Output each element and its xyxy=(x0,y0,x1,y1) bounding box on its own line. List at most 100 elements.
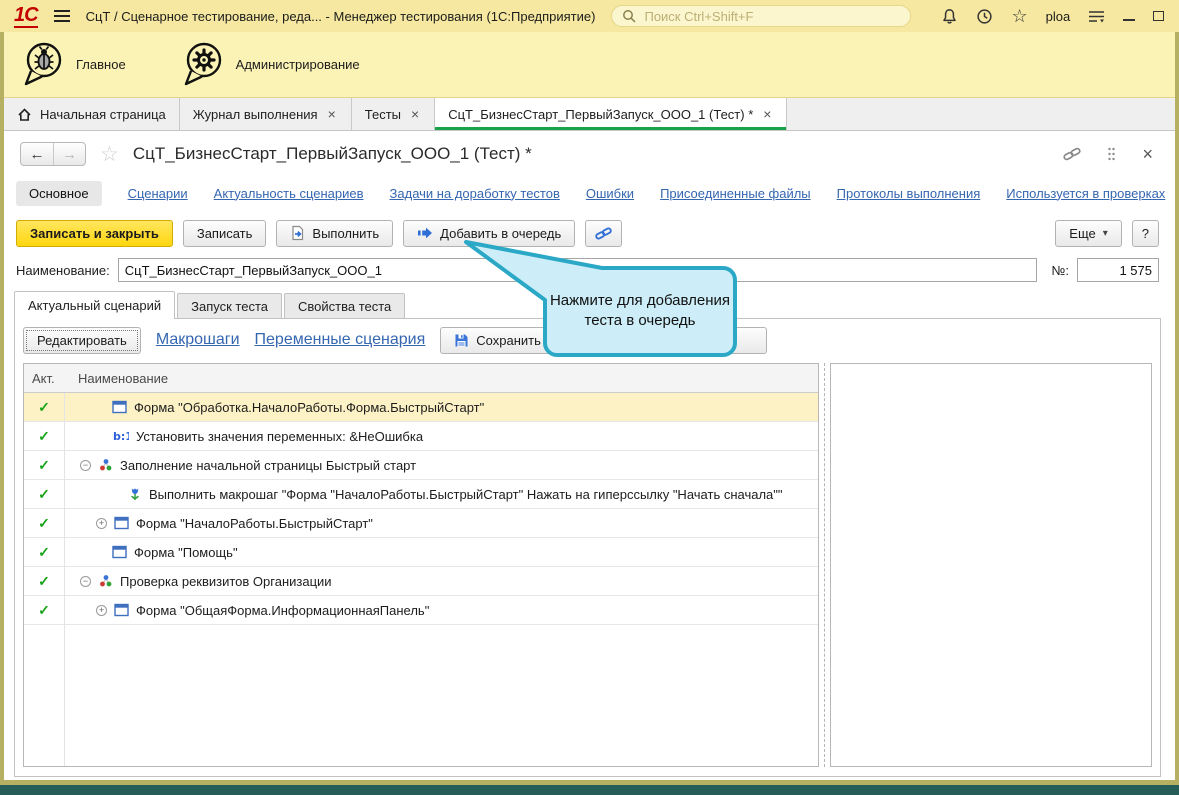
app-tab[interactable]: СцТ_БизнесСтарт_ПервыйЗапуск_ООО_1 (Тест… xyxy=(435,98,788,130)
add-to-queue-button[interactable]: Добавить в очередь xyxy=(403,219,576,247)
column-divider xyxy=(64,364,65,766)
tab-bar: Начальная страница Журнал выполнения × Тест… xyxy=(4,98,1175,131)
scenario-table: Акт. Наименование ✓ Форма "Обработка.Нача… xyxy=(23,363,819,767)
name-input[interactable] xyxy=(117,258,1038,282)
macro-step-icon xyxy=(128,487,142,502)
partially-hidden-button[interactable] xyxy=(616,326,767,354)
active-flag-cell: ✓ xyxy=(24,515,64,532)
form-header: ← → ☆ СцТ_БизнесСтарт_ПервыйЗапуск_ООО_1… xyxy=(4,137,1175,171)
forward-button[interactable]: → xyxy=(53,143,85,165)
table-row[interactable]: ✓ − Проверка реквизитов Организации xyxy=(24,567,818,596)
form-icon xyxy=(112,545,127,559)
column-header-name[interactable]: Наименование xyxy=(64,371,168,386)
details-panel xyxy=(830,363,1152,767)
tab-test-properties[interactable]: Свойства теста xyxy=(284,293,406,318)
checkmark-icon: ✓ xyxy=(38,543,50,560)
scenario-panel-body: Акт. Наименование ✓ Форма "Обработка.Нача… xyxy=(23,363,1152,767)
sections-ribbon: Главное Администрирование xyxy=(4,32,1175,98)
variables-icon: b:1 xyxy=(112,429,129,443)
column-header-active[interactable]: Акт. xyxy=(24,371,64,386)
nav-item-active[interactable]: Основное xyxy=(16,180,102,206)
app-tab[interactable]: Тесты × xyxy=(352,98,436,130)
chevron-down-icon: ▾ xyxy=(1102,227,1108,239)
checkmark-icon: ✓ xyxy=(38,514,50,531)
panel-splitter[interactable] xyxy=(819,363,830,767)
help-button[interactable]: ? xyxy=(1131,219,1159,247)
tab-close-icon[interactable]: × xyxy=(761,105,773,123)
taskbar-settings-icon[interactable] xyxy=(1088,9,1105,24)
favorite-star-icon[interactable]: ☆ xyxy=(100,144,119,165)
search-input[interactable] xyxy=(642,7,901,25)
step-text: Проверка реквизитов Организации xyxy=(120,573,332,589)
step-name-cell: Форма "Помощь" xyxy=(64,545,818,560)
current-user[interactable]: ploa xyxy=(1046,9,1071,24)
expander-plus-icon[interactable]: + xyxy=(96,604,107,616)
name-label: Наименование: xyxy=(16,262,110,278)
chain-icon xyxy=(595,226,612,241)
app-tab[interactable]: Начальная страница xyxy=(4,98,180,130)
checkmark-icon: ✓ xyxy=(38,427,50,444)
get-link-icon[interactable] xyxy=(1057,146,1087,162)
close-form-icon[interactable]: × xyxy=(1136,145,1159,163)
ribbon-item-administration[interactable]: Администрирование xyxy=(182,40,360,89)
back-button[interactable]: ← xyxy=(21,143,53,165)
step-text: Форма "Обработка.НачалоРаботы.Форма.Быст… xyxy=(134,399,485,415)
active-flag-cell: ✓ xyxy=(24,573,64,590)
step-text: Выполнить макрошаг "Форма "НачалоРаботы.… xyxy=(149,486,783,502)
form-icon xyxy=(114,603,129,617)
active-flag-cell: ✓ xyxy=(24,399,64,416)
table-row[interactable]: ✓ − Заполнение начальной страницы Быстрый … xyxy=(24,451,818,480)
save-to-file-button[interactable]: Сохранить в файл xyxy=(440,326,602,354)
nav-item[interactable]: Присоединенные файлы xyxy=(660,186,811,201)
tab-label: Журнал выполнения xyxy=(192,106,318,122)
nav-item[interactable]: Протоколы выполнения xyxy=(837,186,981,201)
ribbon-item-main[interactable]: Главное xyxy=(22,40,126,89)
minimize-button[interactable] xyxy=(1123,11,1136,21)
tab-test-run[interactable]: Запуск теста xyxy=(177,293,282,318)
nav-item[interactable]: Актуальность сценариев xyxy=(214,186,364,201)
form-toolbar: Записать и закрыть Записать Выполнить До… xyxy=(4,217,1175,249)
run-button[interactable]: Выполнить xyxy=(276,219,394,247)
nav-item[interactable]: Ошибки xyxy=(586,186,634,201)
app-tab[interactable]: Журнал выполнения × xyxy=(180,98,352,130)
step-text: Заполнение начальной страницы Быстрый ст… xyxy=(120,457,417,473)
table-row[interactable]: ✓ Форма "Обработка.НачалоРаботы.Форма.Быс… xyxy=(24,393,818,422)
svg-text:b:1: b:1 xyxy=(113,430,129,443)
notifications-icon[interactable] xyxy=(941,8,958,25)
gear-icon xyxy=(182,40,226,89)
edit-button[interactable]: Редактировать xyxy=(23,326,141,354)
nav-item[interactable]: Задачи на доработку тестов xyxy=(390,186,560,201)
more-button[interactable]: Еще ▾ xyxy=(1055,219,1122,247)
macro-steps-link[interactable]: Макрошаги xyxy=(156,331,240,349)
tab-close-icon[interactable]: × xyxy=(409,105,421,123)
maximize-button[interactable] xyxy=(1153,11,1165,21)
name-field-row: Наименование: №: xyxy=(4,257,1175,283)
copy-link-button[interactable] xyxy=(585,219,623,247)
history-icon[interactable] xyxy=(976,8,993,25)
table-row[interactable]: ✓ Выполнить макрошаг "Форма "НачалоРаботы… xyxy=(24,480,818,509)
global-search[interactable] xyxy=(611,5,912,27)
table-row[interactable]: ✓ b:1 Установить значения переменных: &НеО… xyxy=(24,422,818,451)
tab-close-icon[interactable]: × xyxy=(326,105,338,123)
expander-plus-icon[interactable]: + xyxy=(96,517,107,529)
number-label: №: xyxy=(1051,262,1069,278)
save-button[interactable]: Записать xyxy=(182,219,267,247)
step-text: Форма "ОбщаяФорма.ИнформационнаяПанель" xyxy=(136,602,430,618)
active-flag-cell: ✓ xyxy=(24,428,64,445)
expander-minus-icon[interactable]: − xyxy=(80,459,91,471)
table-row[interactable]: ✓ + Форма "НачалоРаботы.БыстрыйСтарт" xyxy=(24,509,818,538)
scenario-variables-link[interactable]: Переменные сценария xyxy=(255,331,426,349)
save-and-close-button[interactable]: Записать и закрыть xyxy=(16,219,173,247)
nav-item[interactable]: Сценарии xyxy=(128,186,188,201)
table-row[interactable]: ✓ + Форма "ОбщаяФорма.ИнформационнаяПанель… xyxy=(24,596,818,625)
expander-minus-icon[interactable]: − xyxy=(80,575,91,587)
nav-item[interactable]: Используется в проверках xyxy=(1006,186,1165,201)
main-menu-icon[interactable] xyxy=(53,7,70,25)
tab-current-scenario[interactable]: Актуальный сценарий xyxy=(14,291,176,319)
number-input[interactable] xyxy=(1077,258,1159,282)
favorites-star-icon[interactable]: ☆ xyxy=(1011,6,1027,27)
search-icon xyxy=(622,9,636,23)
more-dots-icon[interactable] xyxy=(1101,147,1122,161)
checkmark-icon: ✓ xyxy=(38,572,50,589)
table-row[interactable]: ✓ Форма "Помощь" xyxy=(24,538,818,567)
